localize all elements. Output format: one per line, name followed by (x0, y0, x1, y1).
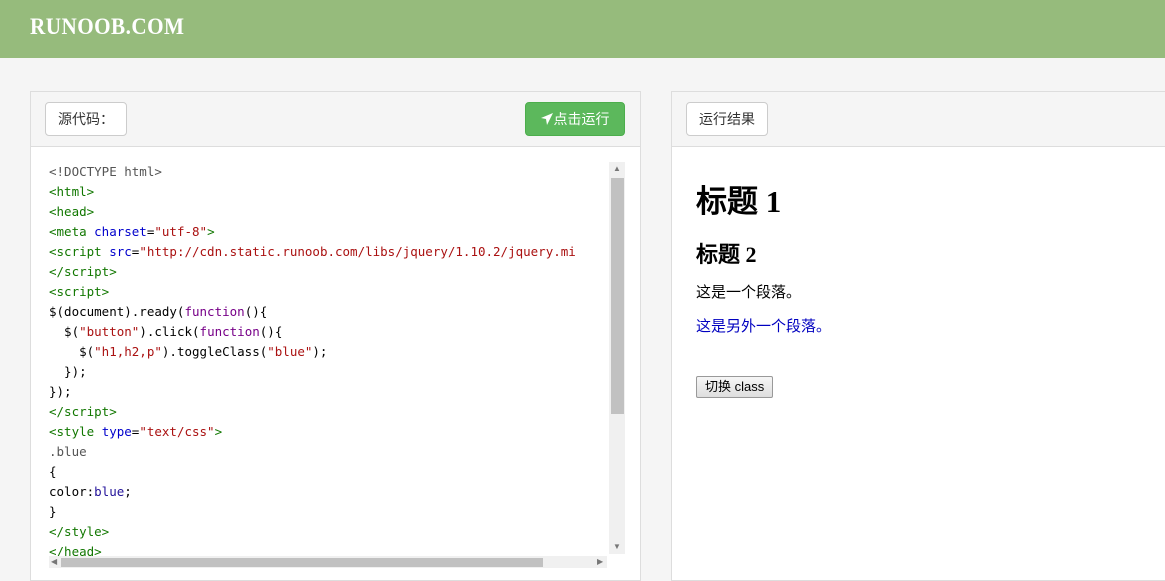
code-line: .blue (49, 442, 626, 462)
code-line: </script> (49, 402, 626, 422)
code-token: "h1,h2,p" (94, 344, 162, 359)
code-token: $( (49, 344, 95, 359)
code-line: $("h1,h2,p").toggleClass("blue"); (49, 342, 626, 362)
code-token: <meta (49, 224, 95, 239)
code-line: <meta charset="utf-8"> (49, 222, 626, 242)
code-line: $("button").click(function(){ (49, 322, 626, 342)
code-token: $(document).ready( (49, 304, 185, 319)
code-token: src (109, 244, 132, 259)
logo[interactable]: RUNOOB.COM (30, 14, 184, 40)
code-token: </script> (49, 404, 117, 419)
code-token: > (207, 224, 215, 239)
run-button-label: 点击运行 (553, 111, 610, 127)
code-token: "button" (79, 324, 140, 339)
code-editor[interactable]: <!DOCTYPE html> <html> <head> <meta charset… (49, 162, 626, 558)
code-line: </script> (49, 262, 626, 282)
result-heading-1: 标题 1 (696, 184, 782, 219)
code-token: ).click( (139, 324, 200, 339)
code-token: }); (49, 384, 72, 399)
toggle-class-button[interactable]: 切换 class (696, 376, 774, 398)
source-code-label: 源代码： (45, 102, 127, 136)
code-token: <script (49, 244, 110, 259)
code-line: <style type="text/css"> (49, 422, 626, 442)
source-panel: 源代码： 点击运行 <!DOCTYPE html> <html> <head> <me… (30, 91, 641, 581)
code-token: > (214, 424, 223, 439)
vertical-scrollbar[interactable]: ▲ ▼ (609, 162, 625, 554)
result-label: 运行结果 (686, 102, 768, 136)
code-token: (){ (259, 324, 283, 339)
code-token: (){ (244, 304, 268, 319)
code-token: <style (49, 424, 102, 439)
code-token: charset (94, 224, 147, 239)
result-paragraph-2: 这是另外一个段落。 (696, 318, 832, 335)
code-line: }); (49, 382, 626, 402)
code-token: "blue" (267, 344, 313, 359)
vertical-scroll-thumb[interactable] (611, 178, 624, 414)
result-panel-header: 运行结果 (672, 92, 1165, 147)
code-line: <html> (49, 182, 626, 202)
code-token: <head> (49, 204, 95, 219)
code-token: }); (49, 364, 87, 379)
code-token: type (101, 424, 132, 439)
code-line: <head> (49, 202, 626, 222)
top-bar: RUNOOB.COM (0, 0, 1165, 58)
run-button[interactable]: 点击运行 (525, 102, 625, 136)
code-token: <script> (49, 284, 110, 299)
source-panel-header: 源代码： 点击运行 (31, 92, 640, 147)
code-token: function (184, 304, 245, 319)
code-token: blue (94, 484, 125, 499)
code-line: { (49, 462, 626, 482)
code-token: $( (49, 324, 80, 339)
code-token: </style> (49, 524, 110, 539)
code-token: function (199, 324, 260, 339)
scroll-left-icon[interactable]: ◀ (51, 557, 57, 566)
code-token: ).toggleClass( (161, 344, 268, 359)
code-token: <!DOCTYPE html> (49, 164, 162, 179)
code-token: ); (312, 344, 328, 359)
code-token: color: (49, 484, 95, 499)
result-panel: 运行结果 标题 1 标题 2 这是一个段落。 这是另外一个段落。 切换 clas… (671, 91, 1165, 581)
code-line: <script src="http://cdn.static.runoob.co… (49, 242, 626, 262)
code-token: .blue (49, 444, 87, 459)
code-line: } (49, 502, 626, 522)
code-line: <!DOCTYPE html> (49, 162, 626, 182)
code-token: "utf-8" (154, 224, 208, 239)
code-token: ; (124, 484, 132, 499)
code-line: color:blue; (49, 482, 626, 502)
code-token: } (49, 504, 57, 519)
code-line: $(document).ready(function(){ (49, 302, 626, 322)
result-heading-2: 标题 2 (696, 242, 757, 267)
horizontal-scroll-thumb[interactable] (61, 558, 543, 567)
result-content: 标题 1 标题 2 这是一个段落。 这是另外一个段落。 切换 class (696, 184, 831, 398)
code-token: <html> (49, 184, 95, 199)
code-line: </style> (49, 522, 626, 542)
scroll-down-icon[interactable]: ▼ (613, 542, 621, 551)
scroll-right-icon[interactable]: ▶ (597, 557, 603, 566)
code-line: }); (49, 362, 626, 382)
horizontal-scrollbar[interactable]: ◀ ▶ (49, 556, 607, 568)
scroll-up-icon[interactable]: ▲ (613, 164, 621, 173)
result-paragraph-1: 这是一个段落。 (696, 284, 802, 301)
code-line: <script> (49, 282, 626, 302)
code-token: "http://cdn.static.runoob.com/libs/jquer… (139, 244, 576, 259)
code-token: "text/css" (139, 424, 215, 439)
paper-plane-icon (540, 113, 553, 125)
code-token: { (49, 464, 57, 479)
code-token: </script> (49, 264, 117, 279)
